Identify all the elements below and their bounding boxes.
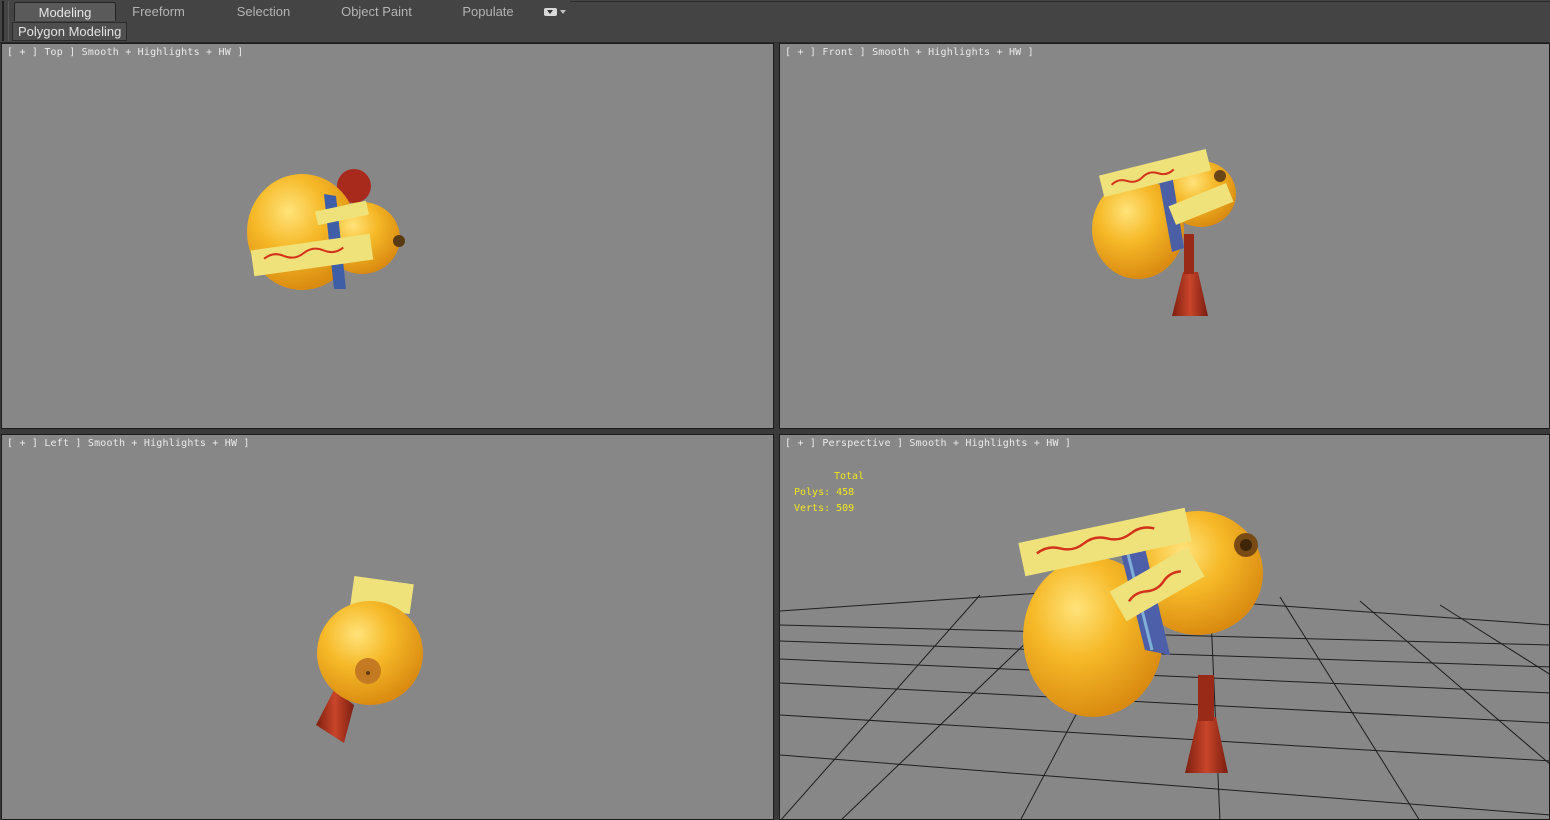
tab-polygon-modeling[interactable]: Polygon Modeling bbox=[12, 22, 128, 41]
tab-selection[interactable]: Selection bbox=[201, 2, 326, 21]
gourd-model-front bbox=[1092, 149, 1236, 316]
home-grid-and-model bbox=[780, 507, 1549, 819]
ribbon-divider bbox=[570, 1, 1550, 2]
ribbon-tabs: Modeling Freeform Selection Object Paint… bbox=[14, 2, 549, 21]
viewport-perspective[interactable]: [ + ] Perspective ] Smooth + Highlights … bbox=[779, 434, 1550, 820]
gourd-model-left bbox=[316, 575, 423, 743]
viewport-left[interactable]: [ + ] Left ] Smooth + Highlights + HW ] bbox=[1, 434, 774, 820]
tab-object-paint[interactable]: Object Paint bbox=[326, 2, 427, 21]
ribbon-grip[interactable] bbox=[2, 1, 9, 41]
tab-modeling[interactable]: Modeling bbox=[14, 2, 116, 21]
viewport-top[interactable]: [ + ] Top ] Smooth + Highlights + HW ] bbox=[1, 43, 774, 429]
gourd-model-top bbox=[247, 169, 405, 290]
ribbon-options-icon[interactable] bbox=[544, 6, 568, 18]
ribbon: Modeling Freeform Selection Object Paint… bbox=[0, 0, 1550, 43]
tab-populate[interactable]: Populate bbox=[427, 2, 549, 21]
tab-freeform[interactable]: Freeform bbox=[116, 2, 201, 21]
viewport-front[interactable]: [ + ] Front ] Smooth + Highlights + HW ] bbox=[779, 43, 1550, 429]
